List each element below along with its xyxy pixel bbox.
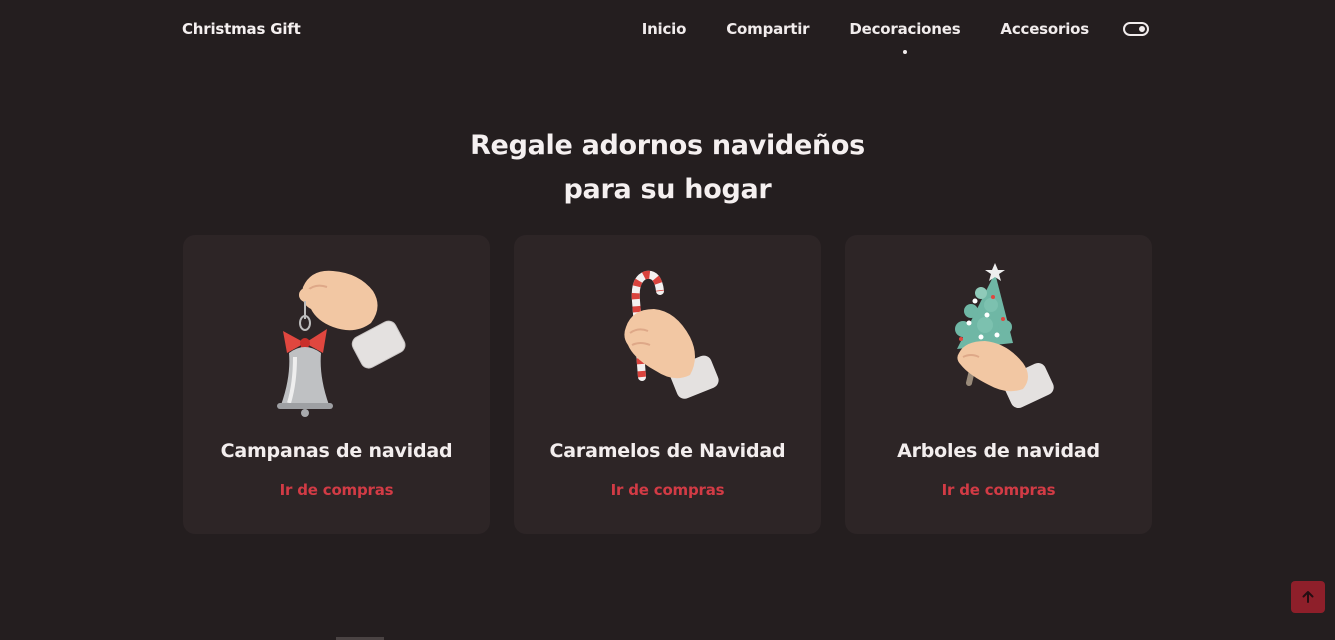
nav-decoraciones[interactable]: Decoraciones xyxy=(849,20,961,54)
hand-holding-bell-icon xyxy=(277,270,406,417)
theme-toggle-icon[interactable] xyxy=(1123,22,1149,36)
hand-holding-candy-cane-icon xyxy=(624,270,719,399)
section-title-line2: para su hogar xyxy=(563,174,772,205)
nav-inicio[interactable]: Inicio xyxy=(642,20,687,38)
shop-link[interactable]: Ir de compras xyxy=(514,481,821,499)
scroll-up-button[interactable] xyxy=(1291,581,1325,613)
section-title: Regale adornos navideños para su hogar xyxy=(0,124,1335,212)
nav-accesorios[interactable]: Accesorios xyxy=(1000,20,1089,38)
arrow-up-icon xyxy=(1302,591,1314,603)
toggle-knob xyxy=(1139,26,1145,32)
main-nav: Inicio Compartir Decoraciones Accesorios xyxy=(602,20,1149,54)
card-candy: Caramelos de Navidad Ir de compras xyxy=(514,235,821,534)
card-bells: Campanas de navidad Ir de compras xyxy=(183,235,490,534)
shop-link[interactable]: Ir de compras xyxy=(183,481,490,499)
site-logo[interactable]: Christmas Gift xyxy=(182,20,301,38)
nav-compartir[interactable]: Compartir xyxy=(726,20,809,38)
hand-holding-tree-icon xyxy=(955,263,1054,408)
card-title: Campanas de navidad xyxy=(220,440,453,462)
section-title-line1: Regale adornos navideños xyxy=(470,130,865,161)
decoration-cards: Campanas de navidad Ir de compras Carame… xyxy=(183,235,1152,534)
shop-link[interactable]: Ir de compras xyxy=(845,481,1152,499)
card-title: Caramelos de Navidad xyxy=(549,440,786,462)
card-trees: Arboles de navidad Ir de compras xyxy=(845,235,1152,534)
card-title: Arboles de navidad xyxy=(897,440,1100,462)
site-header: Christmas Gift Inicio Compartir Decoraci… xyxy=(0,0,1335,64)
